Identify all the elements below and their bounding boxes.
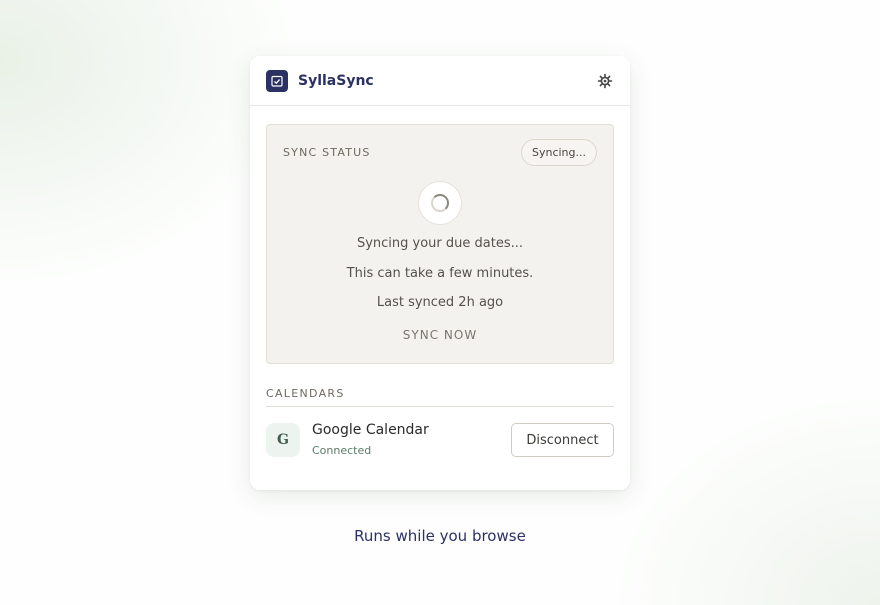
extension-popup: SyllaSync SYNC STATUS Syncing... Syncing… [250, 56, 630, 490]
calendar-item-google: G Google Calendar Connected Disconnect [266, 422, 614, 458]
calendar-status: Connected [312, 444, 372, 457]
sync-status-panel: SYNC STATUS Syncing... Syncing your due … [266, 124, 614, 364]
calendar-check-icon [266, 69, 288, 92]
calendars-divider [266, 406, 614, 407]
tagline: Runs while you browse [354, 527, 526, 545]
spinner-icon [431, 194, 449, 212]
app-title: SyllaSync [298, 72, 374, 89]
google-icon: G [266, 423, 300, 457]
popup-header: SyllaSync [250, 56, 630, 106]
sync-message-primary: Syncing your due dates... [356, 236, 524, 251]
sync-message-secondary: This can take a few minutes. [346, 266, 534, 281]
sync-status-label: SYNC STATUS [283, 146, 371, 159]
gear-icon[interactable] [596, 72, 614, 90]
disconnect-button[interactable]: Disconnect [511, 423, 614, 457]
spinner-container [418, 181, 462, 225]
last-synced-text: Last synced 2h ago [376, 295, 504, 310]
syncing-badge: Syncing... [520, 139, 597, 166]
sync-now-button[interactable]: SYNC NOW [267, 328, 613, 342]
calendar-name: Google Calendar [312, 422, 429, 438]
calendars-label: CALENDARS [266, 387, 345, 400]
